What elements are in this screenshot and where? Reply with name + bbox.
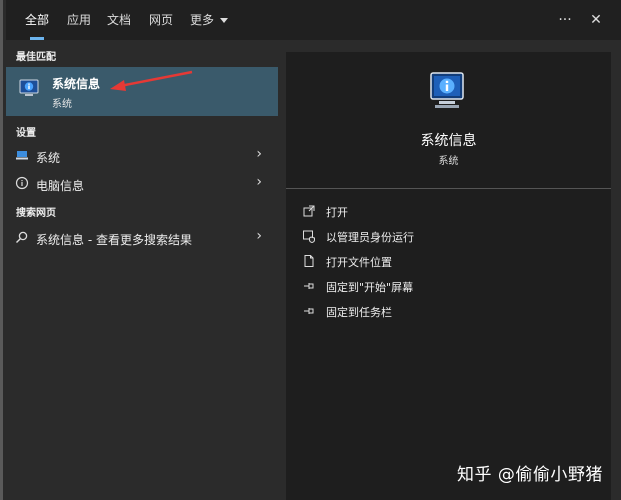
action-pin-to-start-label: 固定到"开始"屏幕 — [326, 281, 414, 294]
best-match-item[interactable]: 系统信息 系统 — [6, 67, 278, 116]
info-icon — [15, 176, 29, 190]
red-arrow-annotation — [110, 70, 193, 91]
web-search-item[interactable]: 系统信息 - 查看更多搜索结果 › — [6, 225, 278, 251]
divider — [286, 188, 611, 189]
system-info-large-icon — [430, 72, 464, 108]
action-open-file-location-label: 打开文件位置 — [326, 256, 392, 269]
results-list: 最佳匹配 系统信息 系统 设置 系统 › 电脑信息 › 搜索网页 系统信息 - … — [6, 40, 278, 500]
search-window: 全部 应用 文档 网页 更多 ··· ✕ 最佳匹配 系统信息 系统 设置 系统 … — [0, 0, 621, 500]
system-info-app-icon — [19, 79, 39, 96]
settings-item-system[interactable]: 系统 › — [6, 143, 278, 169]
web-search-header: 搜索网页 — [16, 208, 56, 219]
pin-icon — [304, 283, 314, 289]
chevron-down-icon — [220, 18, 228, 23]
laptop-icon — [16, 151, 28, 160]
ellipsis-icon[interactable]: ··· — [553, 0, 577, 40]
action-run-as-admin-label: 以管理员身份运行 — [326, 231, 414, 244]
chevron-right-icon: › — [256, 228, 262, 244]
tab-all-label: 全部 — [24, 13, 49, 27]
tab-more-label: 更多 — [189, 13, 214, 27]
chevron-right-icon: › — [256, 146, 262, 162]
open-icon — [303, 205, 315, 217]
pin-icon — [304, 308, 314, 314]
tab-all[interactable]: 全部 — [20, 0, 54, 40]
admin-shield-icon — [303, 230, 315, 243]
app-title: 系统信息 — [420, 133, 477, 149]
watermark: 知乎 @偷偷小野猪 — [457, 465, 603, 485]
file-location-icon — [304, 255, 314, 267]
action-open-label: 打开 — [326, 206, 348, 219]
best-match-title: 系统信息 — [52, 77, 101, 91]
details-pane: 系统信息 系统 打开 以管理员身份运行 打开文件位置 固定到"开始"屏幕 固定到… — [286, 52, 611, 500]
tab-web-label: 网页 — [148, 13, 173, 27]
best-match-subtitle: 系统 — [52, 99, 72, 110]
settings-header: 设置 — [16, 128, 36, 139]
chevron-right-icon: › — [256, 174, 262, 190]
search-tabs-bar: 全部 应用 文档 网页 更多 ··· ✕ — [6, 0, 621, 40]
tab-web[interactable]: 网页 — [144, 0, 178, 40]
web-search-item-label: 系统信息 - 查看更多搜索结果 — [36, 233, 192, 247]
tab-apps[interactable]: 应用 — [62, 0, 96, 40]
search-icon — [16, 231, 28, 243]
best-match-header: 最佳匹配 — [16, 52, 56, 63]
tab-apps-label: 应用 — [66, 13, 91, 27]
settings-item-pc-info[interactable]: 电脑信息 › — [6, 171, 278, 197]
app-subtitle: 系统 — [438, 156, 459, 167]
settings-item-system-label: 系统 — [36, 151, 61, 165]
tab-documents-label: 文档 — [106, 13, 131, 27]
settings-item-pc-info-label: 电脑信息 — [36, 179, 85, 193]
tab-documents[interactable]: 文档 — [102, 0, 136, 40]
tab-more[interactable]: 更多 — [186, 0, 232, 40]
close-icon[interactable]: ✕ — [584, 0, 608, 40]
action-pin-to-taskbar-label: 固定到任务栏 — [326, 306, 392, 319]
